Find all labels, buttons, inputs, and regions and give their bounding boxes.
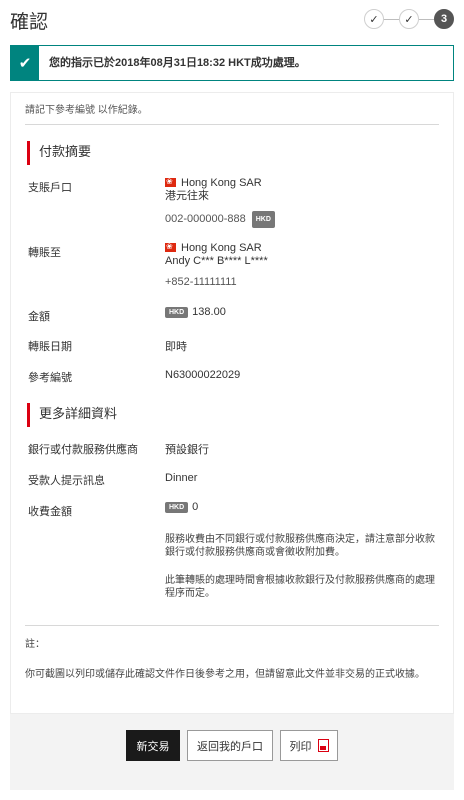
action-buttons: 新交易 返回我的戶口 列印 xyxy=(10,730,454,761)
divider xyxy=(25,625,439,626)
currency-badge: HKD xyxy=(165,502,189,513)
transfer-date-value: 即時 xyxy=(165,341,187,353)
payee-message-label: 受款人提示訊息 xyxy=(28,475,105,487)
bank-provider-value: 預設銀行 xyxy=(165,444,209,456)
print-label: 列印 xyxy=(289,739,312,753)
processing-time-note: 此筆轉賬的處理時間會根據收款銀行及付款服務供應商的處理程序而定。 xyxy=(165,575,435,599)
print-button[interactable]: 列印 xyxy=(280,730,338,761)
to-account-label: 轉賬至 xyxy=(28,247,61,259)
fee-label: 收費金額 xyxy=(28,506,72,518)
payee-phone: +852-11111111 xyxy=(165,276,237,288)
from-account-label: 支賬戶口 xyxy=(28,182,72,194)
progress-steps: ✓ ✓ 3 xyxy=(364,9,454,29)
hong-kong-flag-icon xyxy=(165,175,176,188)
divider xyxy=(25,124,439,125)
reference-number-value: N63000022029 xyxy=(165,369,241,381)
hong-kong-flag-icon xyxy=(165,240,176,253)
payee-name: Andy C*** B**** L**** xyxy=(165,255,268,267)
fee-amount: 0 xyxy=(192,501,199,513)
step-connector xyxy=(384,18,399,20)
from-region: Hong Kong SAR xyxy=(181,177,262,189)
success-message: 您的指示已於2018年08月31日18:32 HKT成功處理。 xyxy=(49,57,306,69)
checkmark-icon: ✔ xyxy=(11,46,39,80)
amount-value: HKD 138.00 xyxy=(165,306,226,318)
page-title: 確認 xyxy=(10,11,49,33)
currency-badge: HKD xyxy=(251,211,275,228)
step-3-current: 3 xyxy=(434,9,454,29)
fee-note: 服務收費由不同銀行或付款服務供應商決定，請注意部分收款銀行或付款服務供應商或會徵… xyxy=(165,534,435,558)
confirmation-details: 請記下參考編號 以作紀錄。 付款摘要 支賬戶口 Hong Kong SAR 港元… xyxy=(10,92,454,714)
pdf-icon xyxy=(317,739,329,752)
section-accent-bar xyxy=(27,141,30,165)
from-account-value: Hong Kong SAR 港元往來 002-000000-888 HKD xyxy=(165,175,275,228)
bank-provider-label: 銀行或付款服務供應商 xyxy=(28,444,138,456)
section-accent-bar xyxy=(27,403,30,427)
page-header: 確認 ✓ ✓ 3 xyxy=(0,0,464,40)
success-banner: ✔ 您的指示已於2018年08月31日18:32 HKT成功處理。 xyxy=(10,45,454,81)
footnote-label: 註： xyxy=(25,639,45,650)
transfer-date-label: 轉賬日期 xyxy=(28,341,72,353)
amount: 138.00 xyxy=(192,306,226,318)
fee-value: HKD 0 xyxy=(165,501,198,513)
new-transaction-button[interactable]: 新交易 xyxy=(126,730,180,761)
reference-note: 請記下參考編號 以作紀錄。 xyxy=(25,105,148,116)
confirmation-card: 請記下參考編號 以作紀錄。 付款摘要 支賬戶口 Hong Kong SAR 港元… xyxy=(10,92,454,790)
more-details-heading: 更多詳細資料 xyxy=(27,403,117,427)
back-to-account-button[interactable]: 返回我的戶口 xyxy=(187,730,273,761)
amount-label: 金額 xyxy=(28,311,50,323)
payment-summary-heading: 付款摘要 xyxy=(27,141,91,165)
currency-badge: HKD xyxy=(165,307,189,318)
payee-message-value: Dinner xyxy=(165,472,198,484)
from-account-number: 002-000000-888 xyxy=(165,213,246,225)
to-region: Hong Kong SAR xyxy=(181,242,262,254)
step-1-complete-icon: ✓ xyxy=(364,9,384,29)
from-account-type: 港元往來 xyxy=(165,190,209,202)
to-account-value: Hong Kong SAR Andy C*** B**** L**** +852… xyxy=(165,240,268,289)
step-connector xyxy=(419,18,434,20)
footnote-text: 你可截圖以列印或儲存此確認文件作日後參考之用，但請留意此文件並非交易的正式收據。 xyxy=(25,669,425,680)
reference-number-label: 參考編號 xyxy=(28,372,72,384)
step-2-complete-icon: ✓ xyxy=(399,9,419,29)
